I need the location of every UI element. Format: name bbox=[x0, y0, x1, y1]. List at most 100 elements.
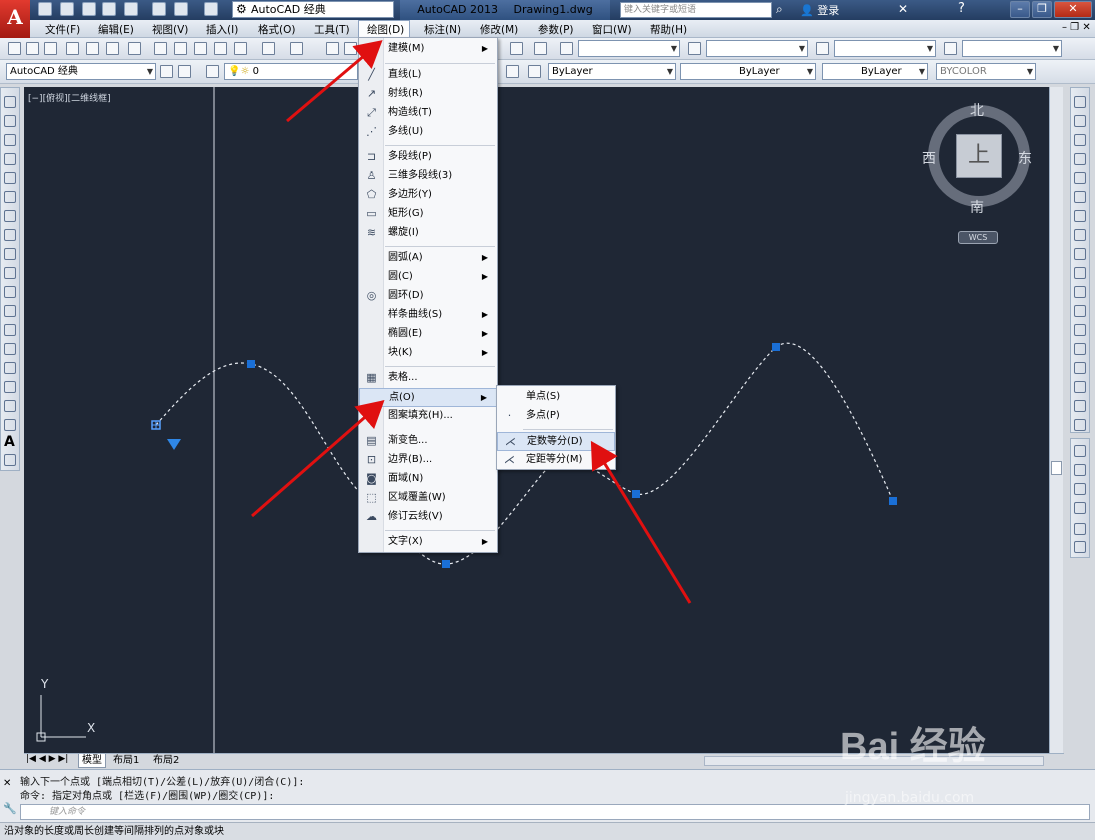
lineweight-dropdown[interactable]: ByLayer ▼ bbox=[822, 63, 928, 80]
menu-item-revcloud[interactable]: ☁ 修订云线(V) bbox=[359, 508, 497, 527]
print-icon[interactable] bbox=[152, 2, 166, 16]
submenu-item-measure[interactable]: ⋌ 定距等分(M) bbox=[497, 451, 615, 470]
wrench-icon[interactable]: 🔧 bbox=[3, 802, 17, 815]
menu-item-region[interactable]: ◙ 面域(N) bbox=[359, 470, 497, 489]
cmd-close-icon[interactable]: ✕ bbox=[3, 778, 11, 789]
table-style-dropdown[interactable]: ▼ bbox=[834, 40, 936, 57]
mtext-icon[interactable]: A bbox=[4, 434, 15, 450]
menu-tools[interactable]: 工具(T) bbox=[314, 22, 350, 37]
break-icon[interactable] bbox=[1074, 324, 1086, 336]
menu-edit[interactable]: 编辑(E) bbox=[98, 22, 134, 37]
add-selected-icon[interactable] bbox=[4, 454, 16, 466]
mirror-icon[interactable] bbox=[1074, 134, 1086, 146]
compass-north[interactable]: 北 bbox=[970, 100, 984, 120]
help-icon[interactable] bbox=[534, 42, 547, 55]
binoculars-icon[interactable]: ⌕ bbox=[776, 2, 783, 17]
layer-manager-icon[interactable] bbox=[206, 65, 219, 78]
open-icon[interactable] bbox=[26, 42, 39, 55]
draworder-under-icon[interactable] bbox=[1074, 502, 1086, 514]
save-icon[interactable] bbox=[44, 42, 57, 55]
new-file-icon[interactable] bbox=[38, 2, 52, 16]
polyline-icon[interactable] bbox=[4, 134, 16, 146]
grip-point[interactable] bbox=[632, 490, 640, 498]
gradient-icon[interactable] bbox=[4, 381, 16, 393]
spline-icon[interactable] bbox=[4, 248, 16, 260]
login-button[interactable]: 👤 登录 bbox=[800, 2, 839, 18]
offset-icon[interactable] bbox=[1074, 153, 1086, 165]
xline-icon[interactable] bbox=[4, 115, 16, 127]
make-block-icon[interactable] bbox=[4, 324, 16, 336]
help-icon[interactable]: ? bbox=[958, 1, 965, 16]
menu-item-wipeout[interactable]: ⬚ 区域覆盖(W) bbox=[359, 489, 497, 508]
menu-window[interactable]: 窗口(W) bbox=[592, 22, 632, 37]
rotate-icon[interactable] bbox=[1074, 210, 1086, 222]
grip-point[interactable] bbox=[247, 360, 255, 368]
menu-item-xline[interactable]: ⤢ 构造线(T) bbox=[359, 104, 497, 123]
point-icon[interactable] bbox=[4, 343, 16, 355]
workspace-settings-icon[interactable] bbox=[160, 65, 173, 78]
calculator-icon[interactable] bbox=[510, 42, 523, 55]
workspace-dropdown[interactable]: ⚙ AutoCAD 经典 bbox=[232, 1, 394, 18]
table-style-icon[interactable] bbox=[816, 42, 829, 55]
workspace-select[interactable]: AutoCAD 经典 ▼ bbox=[6, 63, 156, 80]
menu-item-helix[interactable]: ≋ 螺旋(I) bbox=[359, 224, 497, 243]
array-icon[interactable] bbox=[1074, 172, 1086, 184]
circle-icon[interactable] bbox=[4, 210, 16, 222]
explode-icon[interactable] bbox=[1074, 419, 1086, 431]
copy-object-icon[interactable] bbox=[1074, 115, 1086, 127]
tab-layout1[interactable]: 布局1 bbox=[110, 754, 142, 767]
viewcube-top-face[interactable]: 上 bbox=[956, 134, 1002, 178]
menu-item-hatch[interactable]: ▧ 图案填充(H)... bbox=[359, 407, 497, 426]
save-as-icon[interactable] bbox=[102, 2, 116, 16]
draworder-front-icon[interactable] bbox=[1074, 445, 1086, 457]
paste-icon[interactable] bbox=[194, 42, 207, 55]
menu-item-polyline[interactable]: ⊐ 多段线(P) bbox=[359, 148, 497, 167]
menu-item-circle[interactable]: 圆(C) ▶ bbox=[359, 268, 497, 287]
tab-nav-arrows[interactable]: |◀ ◀ ▶ ▶| bbox=[26, 754, 68, 764]
grip-point[interactable] bbox=[442, 560, 450, 568]
draworder-back-icon[interactable] bbox=[1074, 464, 1086, 476]
exchange-icon[interactable]: ✕ bbox=[898, 2, 908, 16]
text-front-icon[interactable] bbox=[1074, 523, 1086, 535]
rectangle-icon[interactable] bbox=[4, 172, 16, 184]
menu-item-3dpoly[interactable]: ♙ 三维多段线(3) bbox=[359, 167, 497, 186]
menu-parametric[interactable]: 参数(P) bbox=[538, 22, 574, 37]
erase-icon[interactable] bbox=[1074, 96, 1086, 108]
cut-icon[interactable] bbox=[154, 42, 167, 55]
zoom-icon[interactable] bbox=[344, 42, 357, 55]
scroll-thumb[interactable] bbox=[1051, 461, 1062, 475]
menu-draw[interactable]: 绘图(D) bbox=[367, 22, 404, 37]
grip-direction-triangle[interactable] bbox=[167, 439, 181, 450]
menu-view[interactable]: 视图(V) bbox=[152, 22, 188, 37]
fillet-icon[interactable] bbox=[1074, 381, 1086, 393]
menu-file[interactable]: 文件(F) bbox=[45, 22, 80, 37]
region-icon[interactable] bbox=[4, 400, 16, 412]
multileader-style-dropdown[interactable]: ▼ bbox=[962, 40, 1062, 57]
publish-icon[interactable] bbox=[106, 42, 119, 55]
color-dropdown[interactable]: ByLayer ▼ bbox=[548, 63, 676, 80]
menu-item-line[interactable]: ╱ 直线(L) bbox=[359, 66, 497, 85]
menu-item-point[interactable]: 点(O) ▶ bbox=[359, 388, 497, 407]
insert-block-icon[interactable] bbox=[4, 305, 16, 317]
trim-icon[interactable] bbox=[1074, 267, 1086, 279]
menu-modify[interactable]: 修改(M) bbox=[480, 22, 518, 37]
menu-insert[interactable]: 插入(I) bbox=[206, 22, 238, 37]
line-icon[interactable] bbox=[4, 96, 16, 108]
block-editor-icon[interactable] bbox=[234, 42, 247, 55]
doc-window-controls[interactable]: – ❐ ✕ bbox=[1062, 22, 1091, 33]
menu-format[interactable]: 格式(O) bbox=[258, 22, 295, 37]
menu-item-polygon[interactable]: ⬠ 多边形(Y) bbox=[359, 186, 497, 205]
tab-model[interactable]: 模型 bbox=[78, 754, 106, 768]
compass-west[interactable]: 西 bbox=[922, 148, 936, 168]
hatch-icon[interactable] bbox=[4, 362, 16, 374]
undo-icon[interactable] bbox=[174, 2, 188, 16]
layer-previous-icon[interactable] bbox=[506, 65, 519, 78]
undo-icon[interactable] bbox=[262, 42, 275, 55]
arc-icon[interactable] bbox=[4, 191, 16, 203]
dim-style-icon[interactable] bbox=[688, 42, 701, 55]
break-at-point-icon[interactable] bbox=[1074, 305, 1086, 317]
submenu-item-divide[interactable]: ⋌ 定数等分(D) bbox=[497, 432, 615, 451]
submenu-item-single-point[interactable]: 单点(S) bbox=[497, 388, 615, 407]
plot-icon[interactable] bbox=[66, 42, 79, 55]
ellipse-arc-icon[interactable] bbox=[4, 286, 16, 298]
